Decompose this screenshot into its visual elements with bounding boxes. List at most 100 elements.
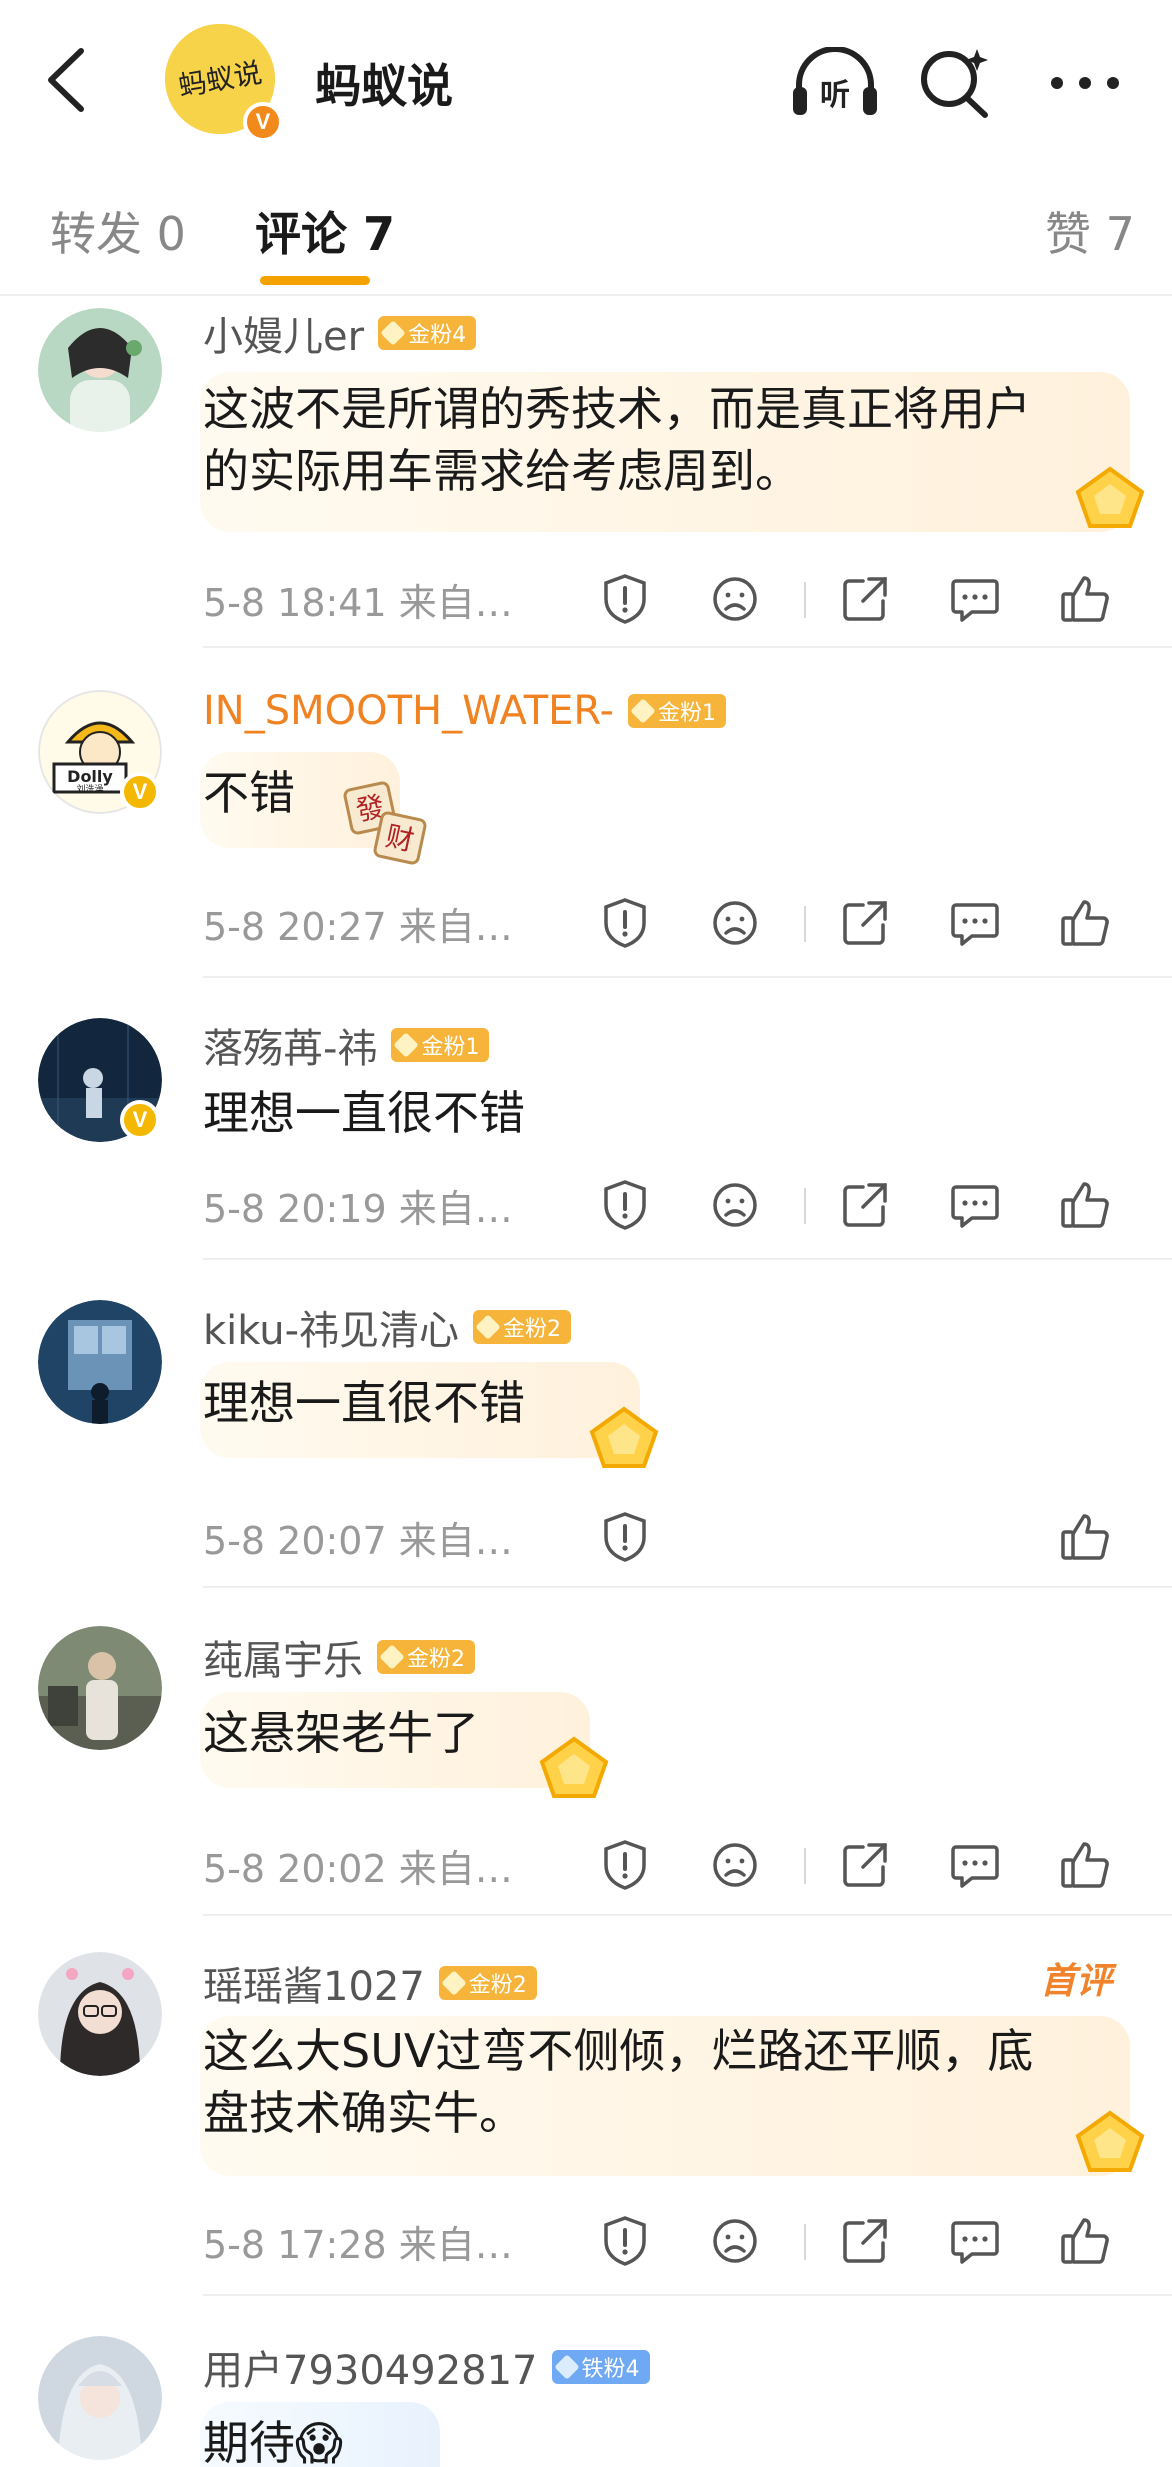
dislike-button[interactable] xyxy=(700,564,770,634)
comment-text[interactable]: 不错 xyxy=(203,762,295,824)
username-row: 落殇苒-祎 金粉1 xyxy=(203,1016,490,1074)
reply-button[interactable] xyxy=(940,564,1010,634)
dislike-button[interactable] xyxy=(700,1830,770,1900)
report-button[interactable] xyxy=(590,564,660,634)
reply-button[interactable] xyxy=(940,2206,1010,2276)
comment-actions xyxy=(590,2206,1150,2276)
comment-meta: 5-8 18:41 来自… xyxy=(203,581,513,625)
reply-button[interactable] xyxy=(940,1170,1010,1240)
report-button[interactable] xyxy=(590,1830,660,1900)
username[interactable]: IN_SMOOTH_WATER- xyxy=(203,688,614,734)
divider xyxy=(203,1914,1172,1916)
thumbs-up-icon xyxy=(1061,576,1109,622)
avatar[interactable]: Dolly 刘洗澡 V xyxy=(38,690,162,814)
gem-icon xyxy=(379,1644,405,1670)
tab-likes[interactable]: 赞 7 xyxy=(1045,198,1135,264)
report-button[interactable] xyxy=(590,2206,660,2276)
comment-icon xyxy=(951,1845,999,1888)
username[interactable]: kiku-祎见清心 xyxy=(203,1298,459,1356)
avatar[interactable] xyxy=(38,1626,162,1750)
reply-button[interactable] xyxy=(940,1830,1010,1900)
avatar[interactable] xyxy=(38,2336,162,2460)
shield-alert-icon xyxy=(604,898,646,948)
search-icon xyxy=(921,49,988,118)
like-button[interactable] xyxy=(1050,564,1120,634)
avatar[interactable]: V xyxy=(38,1018,162,1142)
comment-text[interactable]: 这波不是所谓的秀技术，而是真正将用户 的实际用车需求给考虑周到。 xyxy=(203,378,1031,502)
sad-face-icon xyxy=(713,901,757,945)
reply-button[interactable] xyxy=(940,888,1010,958)
tab-reposts[interactable]: 转发 0 xyxy=(50,198,186,264)
username-row: IN_SMOOTH_WATER- 金粉1 xyxy=(203,688,727,734)
share-button[interactable] xyxy=(830,1830,900,1900)
comment-meta: 5-8 20:07 来自… xyxy=(203,1519,513,1563)
dislike-button[interactable] xyxy=(700,1170,770,1240)
search-button[interactable] xyxy=(910,38,1000,128)
report-button[interactable] xyxy=(590,1502,660,1572)
gem-icon xyxy=(630,698,656,724)
shield-alert-icon xyxy=(604,1512,646,1562)
fan-badge: 金粉1 xyxy=(628,694,727,728)
comment-actions xyxy=(590,1170,1150,1240)
divider xyxy=(203,976,1172,978)
like-button[interactable] xyxy=(1050,888,1120,958)
share-icon xyxy=(843,1183,887,1227)
svg-text:听: 听 xyxy=(820,78,850,113)
comment-icon xyxy=(951,579,999,622)
share-button[interactable] xyxy=(830,2206,900,2276)
username-row: 瑶瑶酱1027 金粉2 xyxy=(203,1954,537,2012)
first-comment-tag: 首评 xyxy=(1039,1961,1112,2002)
back-button[interactable] xyxy=(30,40,100,120)
shield-alert-icon xyxy=(604,1180,646,1230)
like-button[interactable] xyxy=(1050,1830,1120,1900)
divider xyxy=(203,1258,1172,1260)
more-button[interactable] xyxy=(1040,38,1130,128)
username[interactable]: 用户7930492817 xyxy=(203,2338,538,2396)
like-button[interactable] xyxy=(1050,2206,1120,2276)
sad-face-icon xyxy=(713,1183,757,1227)
dislike-button[interactable] xyxy=(700,888,770,958)
comment-item: 用户7930492817 铁粉4 期待😱 xyxy=(0,2296,1172,2467)
username[interactable]: 莼属宇乐 xyxy=(203,1628,363,1686)
comment-text[interactable]: 这悬架老牛了 xyxy=(203,1702,479,1764)
avatar[interactable] xyxy=(38,1952,162,2076)
comment-meta: 5-8 17:28 来自… xyxy=(203,2223,513,2267)
comment-text[interactable]: 这么大SUV过弯不侧倾，烂路还平顺，底 盘技术确实牛。 xyxy=(203,2020,1033,2144)
share-button[interactable] xyxy=(830,1170,900,1240)
sad-face-icon xyxy=(713,577,757,621)
username-row: 用户7930492817 铁粉4 xyxy=(203,2338,650,2396)
share-icon xyxy=(843,901,887,945)
comment-text[interactable]: 理想一直很不错 xyxy=(203,1082,525,1144)
report-button[interactable] xyxy=(590,888,660,958)
report-button[interactable] xyxy=(590,1170,660,1240)
share-button[interactable] xyxy=(830,564,900,634)
gem-icon xyxy=(380,320,406,346)
crown-icon xyxy=(539,1736,609,1798)
action-separator xyxy=(804,1188,806,1224)
crown-icon xyxy=(1075,466,1145,528)
dislike-button[interactable] xyxy=(700,2206,770,2276)
tab-comments[interactable]: 评论 7 xyxy=(255,198,395,264)
divider xyxy=(203,646,1172,648)
action-separator xyxy=(804,1848,806,1884)
comment-text[interactable]: 期待😱 xyxy=(203,2412,343,2467)
avatar[interactable] xyxy=(38,1300,162,1424)
gem-icon xyxy=(475,1314,501,1340)
like-button[interactable] xyxy=(1050,1502,1120,1572)
avatar[interactable] xyxy=(38,308,162,432)
username[interactable]: 小嫚儿er xyxy=(203,304,364,362)
divider xyxy=(203,1586,1172,1588)
verified-badge-icon: V xyxy=(243,102,283,142)
comment-icon xyxy=(951,903,999,946)
username[interactable]: 落殇苒-祎 xyxy=(203,1016,377,1074)
comment-meta: 5-8 20:27 来自… xyxy=(203,905,513,949)
share-icon xyxy=(843,1843,887,1887)
comment-text[interactable]: 理想一直很不错 xyxy=(203,1372,525,1434)
username[interactable]: 瑶瑶酱1027 xyxy=(203,1954,425,2012)
share-button[interactable] xyxy=(830,888,900,958)
listen-button[interactable]: 听 xyxy=(790,38,880,128)
account-avatar[interactable]: 蚂蚁说 V xyxy=(165,24,283,142)
comment-actions xyxy=(590,888,1150,958)
like-button[interactable] xyxy=(1050,1170,1120,1240)
action-separator xyxy=(804,582,806,618)
